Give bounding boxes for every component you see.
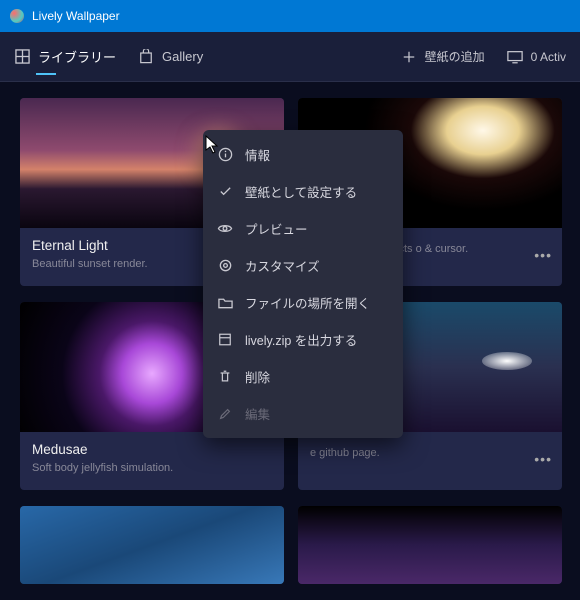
eye-icon: [217, 221, 233, 237]
wallpaper-card[interactable]: [20, 506, 284, 584]
context-menu: 情報 壁紙として設定する プレビュー カスタマイズ ファイルの場所を開く liv…: [203, 130, 403, 438]
menu-item-export-zip[interactable]: lively.zip を出力する: [203, 321, 403, 358]
app-icon: [10, 9, 24, 23]
wallpaper-thumbnail: [298, 506, 562, 584]
menu-item-label: 削除: [245, 367, 270, 386]
menu-item-open-location[interactable]: ファイルの場所を開く: [203, 284, 403, 321]
toolbar: ライブラリー Gallery 壁紙の追加 0 Activ: [0, 32, 580, 82]
menu-item-delete[interactable]: 削除: [203, 358, 403, 395]
info-icon: [217, 147, 233, 163]
menu-item-label: lively.zip を出力する: [245, 330, 357, 349]
add-wallpaper-button[interactable]: 壁紙の追加: [401, 48, 485, 65]
wallpaper-description: Soft body jellyfish simulation.: [32, 461, 272, 476]
titlebar: Lively Wallpaper: [0, 0, 580, 32]
active-wallpapers-label: 0 Activ: [531, 50, 566, 64]
wallpaper-title: Medusae: [32, 442, 272, 457]
tab-label: Gallery: [162, 49, 203, 64]
tab-label: ライブラリー: [38, 47, 116, 66]
tab-gallery[interactable]: Gallery: [138, 32, 203, 81]
check-icon: [217, 184, 233, 200]
gear-icon: [217, 258, 233, 274]
menu-item-preview[interactable]: プレビュー: [203, 210, 403, 247]
wallpaper-thumbnail: [20, 506, 284, 584]
trash-icon: [217, 369, 233, 385]
folder-icon: [217, 295, 233, 311]
bag-icon: [138, 49, 154, 65]
menu-item-edit: 編集: [203, 395, 403, 432]
grid-icon: [14, 49, 30, 65]
menu-item-label: プレビュー: [245, 219, 308, 238]
menu-item-customize[interactable]: カスタマイズ: [203, 247, 403, 284]
menu-item-label: カスタマイズ: [245, 256, 320, 275]
menu-item-set-wallpaper[interactable]: 壁紙として設定する: [203, 173, 403, 210]
menu-item-label: ファイルの場所を開く: [245, 293, 370, 312]
wallpaper-card[interactable]: [298, 506, 562, 584]
wallpaper-description: e github page.: [310, 446, 550, 461]
more-options-button[interactable]: •••: [530, 243, 556, 267]
menu-item-label: 壁紙として設定する: [245, 182, 357, 201]
pencil-icon: [217, 406, 233, 422]
plus-icon: [401, 49, 417, 65]
menu-item-label: 編集: [245, 404, 270, 423]
more-options-button[interactable]: •••: [530, 447, 556, 471]
tab-library[interactable]: ライブラリー: [14, 32, 116, 81]
app-title: Lively Wallpaper: [32, 9, 120, 23]
add-wallpaper-label: 壁紙の追加: [425, 48, 485, 65]
archive-icon: [217, 332, 233, 348]
menu-item-label: 情報: [245, 145, 270, 164]
menu-item-info[interactable]: 情報: [203, 136, 403, 173]
active-wallpapers-button[interactable]: 0 Activ: [507, 49, 566, 65]
monitor-icon: [507, 49, 523, 65]
